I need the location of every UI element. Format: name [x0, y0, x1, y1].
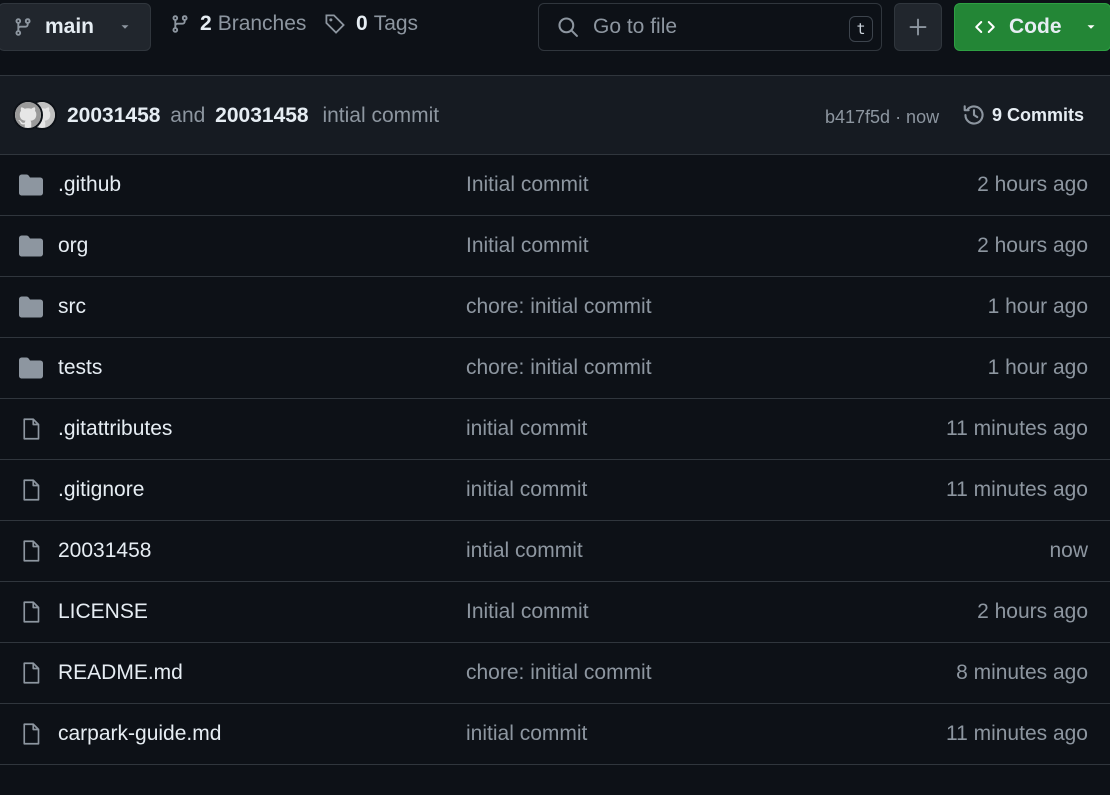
github-mark-icon: [15, 102, 41, 128]
file-commit-age: 11 minutes ago: [945, 478, 1088, 501]
file-commit-message-link[interactable]: Initial commit: [466, 600, 589, 624]
file-commit-age: 1 hour ago: [987, 295, 1088, 318]
search-placeholder: Go to file: [593, 15, 678, 38]
file-icon: [18, 478, 44, 502]
file-icon: [18, 417, 44, 441]
file-commit-message-link[interactable]: chore: initial commit: [466, 295, 652, 319]
file-row[interactable]: .gitignore initial commit 11 minutes ago: [0, 460, 1110, 521]
file-commit-message-link[interactable]: initial commit: [466, 722, 587, 746]
file-name-link[interactable]: .github: [58, 173, 121, 197]
file-icon: [18, 539, 44, 563]
file-name-link[interactable]: README.md: [58, 661, 183, 685]
branches-label: Branches: [217, 12, 307, 35]
commits-count-label: 9 Commits: [992, 104, 1085, 125]
file-row[interactable]: LICENSE Initial commit 2 hours ago: [0, 582, 1110, 643]
branch-name: main: [45, 15, 95, 38]
file-row[interactable]: README.md chore: initial commit 8 minutes …: [0, 643, 1110, 704]
file-commit-message-link[interactable]: chore: initial commit: [466, 661, 652, 685]
tags-label: Tags: [373, 12, 419, 35]
file-name-link[interactable]: org: [58, 234, 88, 258]
folder-icon: [18, 234, 44, 258]
file-commit-age: 11 minutes ago: [945, 417, 1088, 440]
chevron-down-icon: [1087, 25, 1094, 29]
file-row[interactable]: src chore: initial commit 1 hour ago: [0, 277, 1110, 338]
file-name-link[interactable]: src: [58, 295, 86, 319]
commit-message-link[interactable]: intial commit: [322, 104, 439, 127]
file-commit-message-link[interactable]: Initial commit: [466, 234, 589, 258]
tag-icon: [325, 14, 345, 34]
author-avatars[interactable]: [13, 100, 59, 132]
tags-link[interactable]: 0 Tags: [324, 12, 418, 36]
file-commit-message-link[interactable]: intial commit: [466, 539, 583, 563]
file-commit-message-link[interactable]: initial commit: [466, 478, 587, 502]
go-to-file-search[interactable]: Go to file t: [538, 3, 882, 51]
file-icon: [18, 600, 44, 624]
code-icon: [975, 21, 995, 33]
folder-icon: [18, 356, 44, 380]
file-icon: [18, 722, 44, 746]
git-branch-icon: [172, 15, 188, 33]
commits-history-link[interactable]: 9 Commits: [962, 103, 1084, 127]
branches-link[interactable]: 2 Branches: [170, 12, 306, 36]
file-commit-message-link[interactable]: chore: initial commit: [466, 356, 652, 380]
code-button[interactable]: Code: [954, 3, 1110, 51]
plus-icon: [909, 18, 927, 36]
file-icon: [18, 661, 44, 685]
add-file-button[interactable]: [894, 3, 942, 51]
file-commit-age: 1 hour ago: [987, 356, 1088, 379]
file-row[interactable]: 20031458 intial commit now: [0, 521, 1110, 582]
file-row[interactable]: carpark-guide.md initial commit 11 minutes…: [0, 704, 1110, 765]
chevron-down-icon: [121, 25, 129, 29]
file-commit-age: 11 minutes ago: [945, 722, 1088, 745]
file-commit-age: 2 hours ago: [977, 173, 1088, 196]
commit-and-text: and: [170, 104, 206, 127]
file-name-link[interactable]: LICENSE: [58, 600, 148, 624]
repo-toolbar: main 2 Branches 0 Tags Go to file t Code: [0, 0, 1110, 56]
file-row[interactable]: .github Initial commit 2 hours ago: [0, 155, 1110, 216]
git-branch-icon: [15, 18, 31, 36]
file-row[interactable]: tests chore: initial commit 1 hour ago: [0, 338, 1110, 399]
code-button-label: Code: [1009, 15, 1062, 38]
file-table: .github Initial commit 2 hours ago org Init…: [0, 155, 1110, 765]
file-name-link[interactable]: tests: [58, 356, 102, 380]
file-commit-age: now: [1049, 539, 1088, 562]
file-name-link[interactable]: carpark-guide.md: [58, 722, 221, 746]
file-row[interactable]: org Initial commit 2 hours ago: [0, 216, 1110, 277]
file-commit-age: 2 hours ago: [977, 600, 1088, 623]
folder-icon: [18, 295, 44, 319]
file-name-link[interactable]: 20031458: [58, 539, 151, 563]
file-commit-age: 8 minutes ago: [956, 661, 1088, 684]
commit-sha-link[interactable]: b417f5d · now: [825, 107, 939, 128]
history-icon: [963, 105, 984, 125]
latest-commit-bar: 20031458 and 20031458 intial commit b417…: [0, 76, 1110, 155]
commit-summary: 20031458 and 20031458 intial commit: [67, 104, 439, 128]
file-name-link[interactable]: .gitattributes: [58, 417, 172, 441]
commit-coauthor-link[interactable]: 20031458: [215, 104, 308, 127]
file-commit-message-link[interactable]: Initial commit: [466, 173, 589, 197]
folder-icon: [18, 173, 44, 197]
file-name-link[interactable]: .gitignore: [58, 478, 144, 502]
file-list-box: 20031458 and 20031458 intial commit b417…: [0, 75, 1110, 765]
file-commit-age: 2 hours ago: [977, 234, 1088, 257]
branch-selector-button[interactable]: main: [0, 3, 151, 51]
tags-count: 0: [356, 12, 368, 35]
file-commit-message-link[interactable]: initial commit: [466, 417, 587, 441]
file-row[interactable]: .gitattributes initial commit 11 minutes a…: [0, 399, 1110, 460]
search-icon: [558, 17, 578, 37]
branches-count: 2: [200, 12, 212, 35]
keyboard-shortcut-hint: t: [849, 16, 873, 42]
avatar[interactable]: [13, 100, 43, 130]
commit-author-link[interactable]: 20031458: [67, 104, 160, 127]
